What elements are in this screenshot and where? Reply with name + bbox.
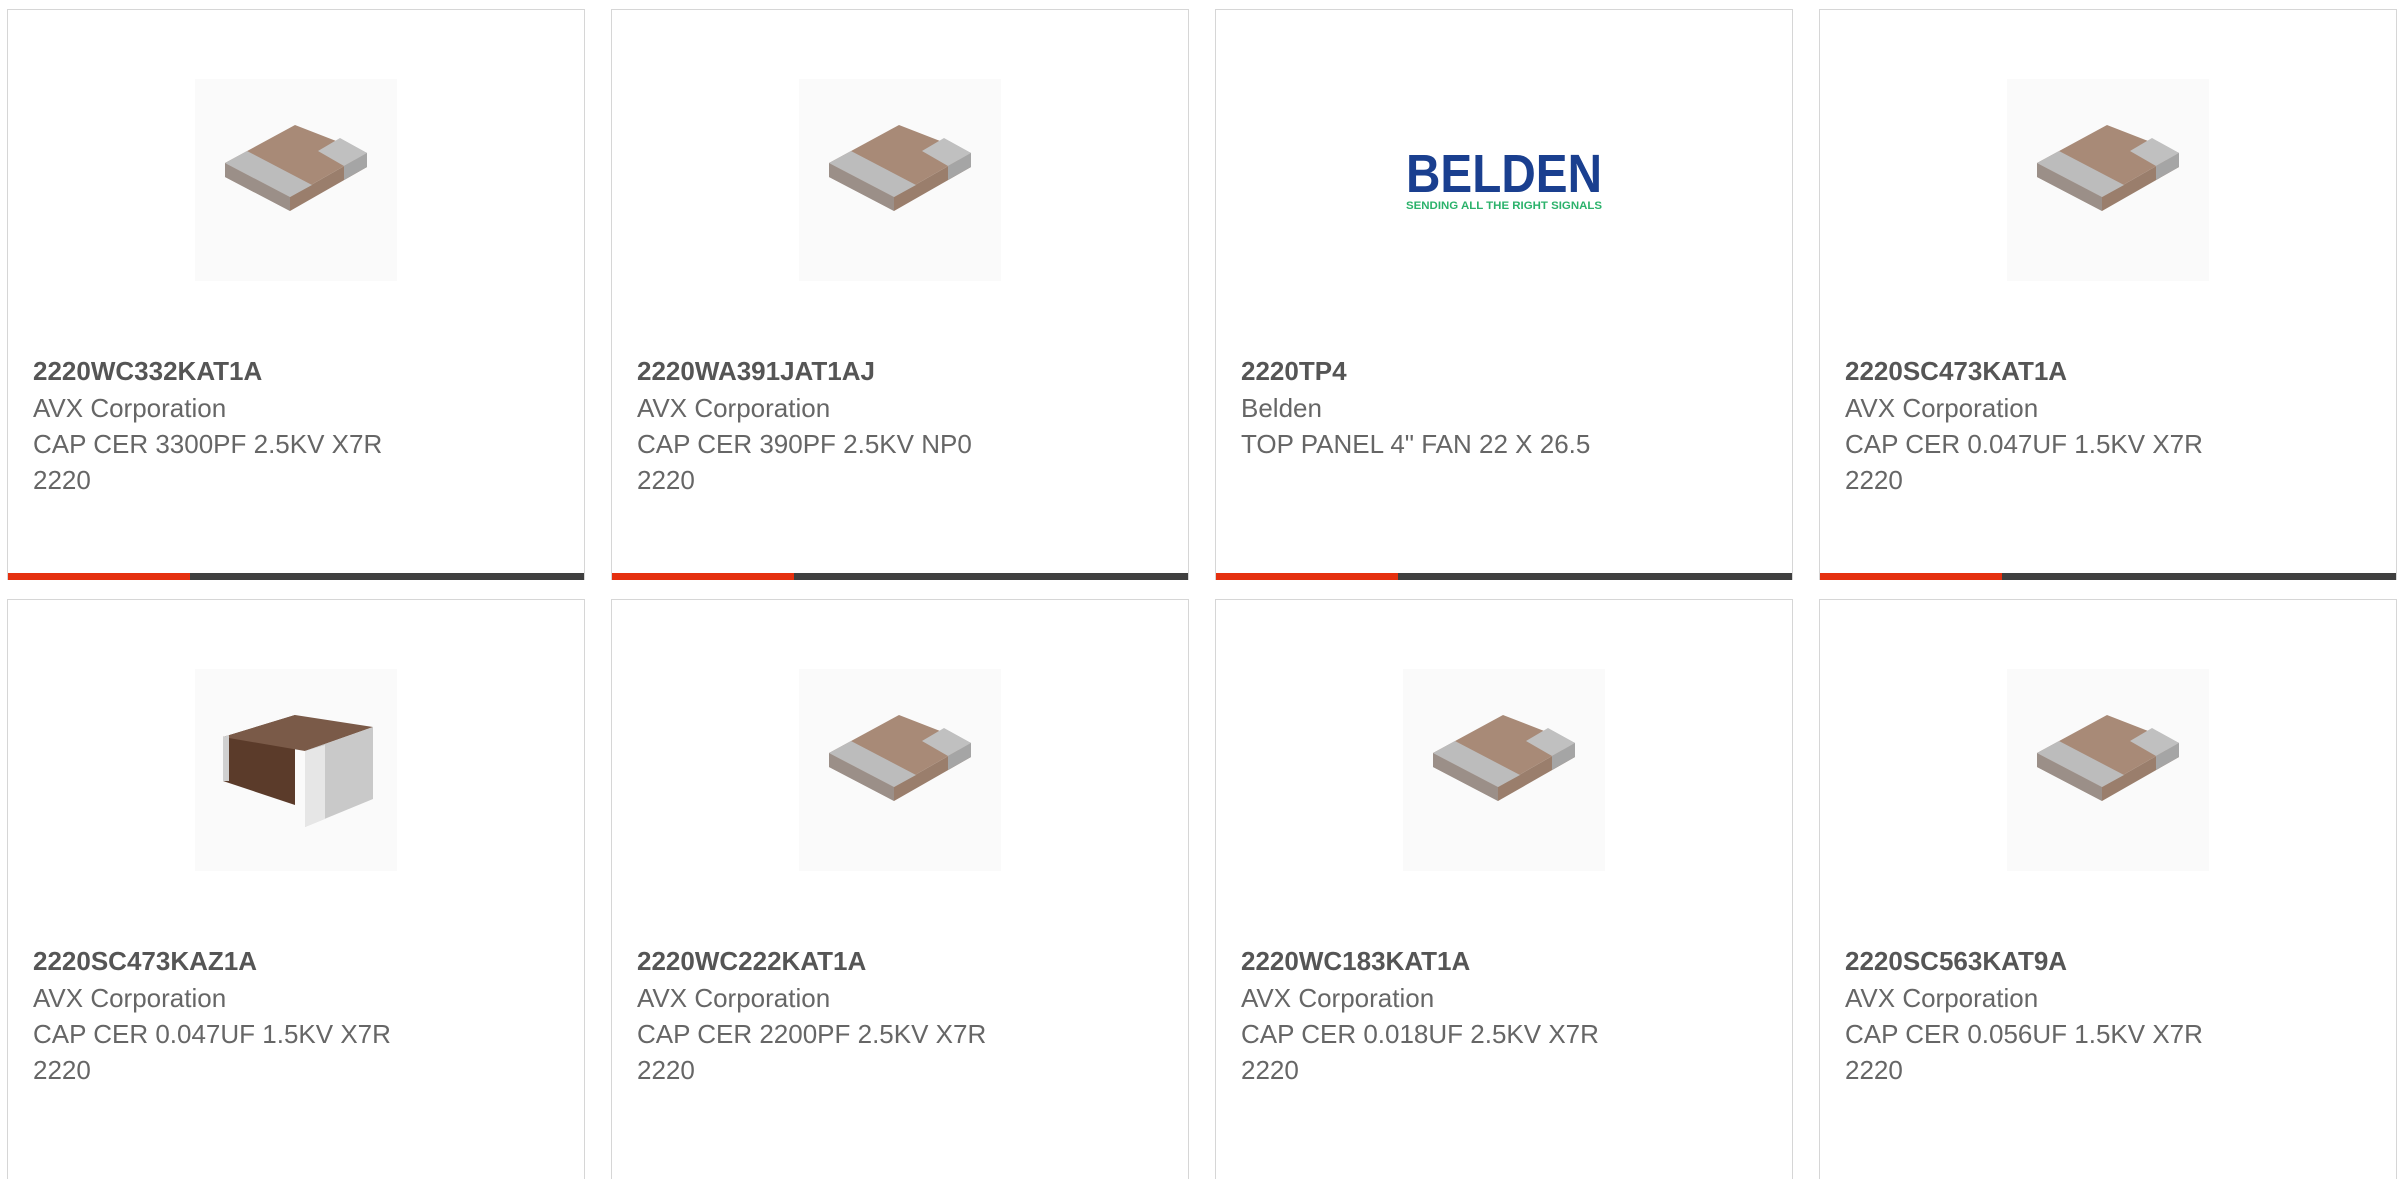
card-bottom-bar xyxy=(612,573,1188,580)
manufacturer: AVX Corporation xyxy=(33,983,227,1013)
card-accent-bar xyxy=(1820,573,2002,580)
product-card[interactable]: 2220SC563KAT9A AVX Corporation CAP CER 0… xyxy=(1819,599,2397,1179)
part-number-link[interactable]: 2220SC473KAZ1A xyxy=(33,942,553,980)
capacitor-chip-dark-image xyxy=(223,715,373,827)
package: 2220 xyxy=(637,465,695,495)
package: 2220 xyxy=(1845,465,1903,495)
product-image[interactable] xyxy=(195,669,397,871)
product-image[interactable] xyxy=(2007,669,2209,871)
manufacturer: AVX Corporation xyxy=(1845,983,2039,1013)
capacitor-chip-image xyxy=(2037,114,2179,211)
product-image[interactable] xyxy=(799,669,1001,871)
product-card[interactable]: 2220SC473KAT1A AVX Corporation CAP CER 0… xyxy=(1819,9,2397,580)
product-card[interactable]: BELDEN SENDING ALL THE RIGHT SIGNALS 222… xyxy=(1215,9,1793,580)
part-number-link[interactable]: 2220WA391JAT1AJ xyxy=(637,352,1157,390)
belden-logo-tagline: SENDING ALL THE RIGHT SIGNALS xyxy=(1406,200,1602,212)
capacitor-chip-image xyxy=(829,114,971,211)
description: CAP CER 3300PF 2.5KV X7R xyxy=(33,429,383,459)
part-number-link[interactable]: 2220TP4 xyxy=(1241,352,1761,390)
product-card[interactable]: 2220WC183KAT1A AVX Corporation CAP CER 0… xyxy=(1215,599,1793,1179)
card-bottom-bar xyxy=(8,573,584,580)
part-number-link[interactable]: 2220WC222KAT1A xyxy=(637,942,1157,980)
belden-logo-text: BELDEN xyxy=(1406,144,1602,204)
product-image[interactable] xyxy=(195,79,397,281)
description: CAP CER 0.047UF 1.5KV X7R xyxy=(1845,429,2203,459)
part-number-link[interactable]: 2220SC473KAT1A xyxy=(1845,352,2365,390)
product-grid: 2220WC332KAT1A AVX Corporation CAP CER 3… xyxy=(0,0,2400,1179)
card-bottom-bar xyxy=(1216,573,1792,580)
description: CAP CER 0.018UF 2.5KV X7R xyxy=(1241,1019,1599,1049)
manufacturer: AVX Corporation xyxy=(637,983,831,1013)
belden-logo: BELDEN SENDING ALL THE RIGHT SIGNALS xyxy=(1406,144,1602,212)
package: 2220 xyxy=(33,465,91,495)
manufacturer: Belden xyxy=(1241,393,1322,423)
capacitor-chip-image xyxy=(829,704,971,801)
product-card[interactable]: 2220SC473KAZ1A AVX Corporation CAP CER 0… xyxy=(7,599,585,1179)
description: CAP CER 390PF 2.5KV NP0 xyxy=(637,429,972,459)
manufacturer: AVX Corporation xyxy=(637,393,831,423)
manufacturer: AVX Corporation xyxy=(1845,393,2039,423)
product-card[interactable]: 2220WA391JAT1AJ AVX Corporation CAP CER … xyxy=(611,9,1189,580)
description: CAP CER 0.056UF 1.5KV X7R xyxy=(1845,1019,2203,1049)
part-number-link[interactable]: 2220WC332KAT1A xyxy=(33,352,553,390)
package: 2220 xyxy=(1241,1055,1299,1085)
description: CAP CER 2200PF 2.5KV X7R xyxy=(637,1019,987,1049)
package: 2220 xyxy=(637,1055,695,1085)
product-card[interactable]: 2220WC222KAT1A AVX Corporation CAP CER 2… xyxy=(611,599,1189,1179)
product-image[interactable] xyxy=(2007,79,2209,281)
product-image[interactable] xyxy=(1403,669,1605,871)
package: 2220 xyxy=(33,1055,91,1085)
product-card[interactable]: 2220WC332KAT1A AVX Corporation CAP CER 3… xyxy=(7,9,585,580)
product-image[interactable]: BELDEN SENDING ALL THE RIGHT SIGNALS xyxy=(1403,79,1605,281)
product-image[interactable] xyxy=(799,79,1001,281)
capacitor-chip-image xyxy=(225,114,367,211)
card-bottom-bar xyxy=(1820,573,2396,580)
manufacturer: AVX Corporation xyxy=(33,393,227,423)
card-accent-bar xyxy=(1216,573,1398,580)
package: 2220 xyxy=(1845,1055,1903,1085)
card-accent-bar xyxy=(612,573,794,580)
description: CAP CER 0.047UF 1.5KV X7R xyxy=(33,1019,391,1049)
manufacturer: AVX Corporation xyxy=(1241,983,1435,1013)
part-number-link[interactable]: 2220SC563KAT9A xyxy=(1845,942,2365,980)
capacitor-chip-image xyxy=(1433,704,1575,801)
capacitor-chip-image xyxy=(2037,704,2179,801)
card-accent-bar xyxy=(8,573,190,580)
description: TOP PANEL 4" FAN 22 X 26.5 xyxy=(1241,429,1591,459)
part-number-link[interactable]: 2220WC183KAT1A xyxy=(1241,942,1761,980)
